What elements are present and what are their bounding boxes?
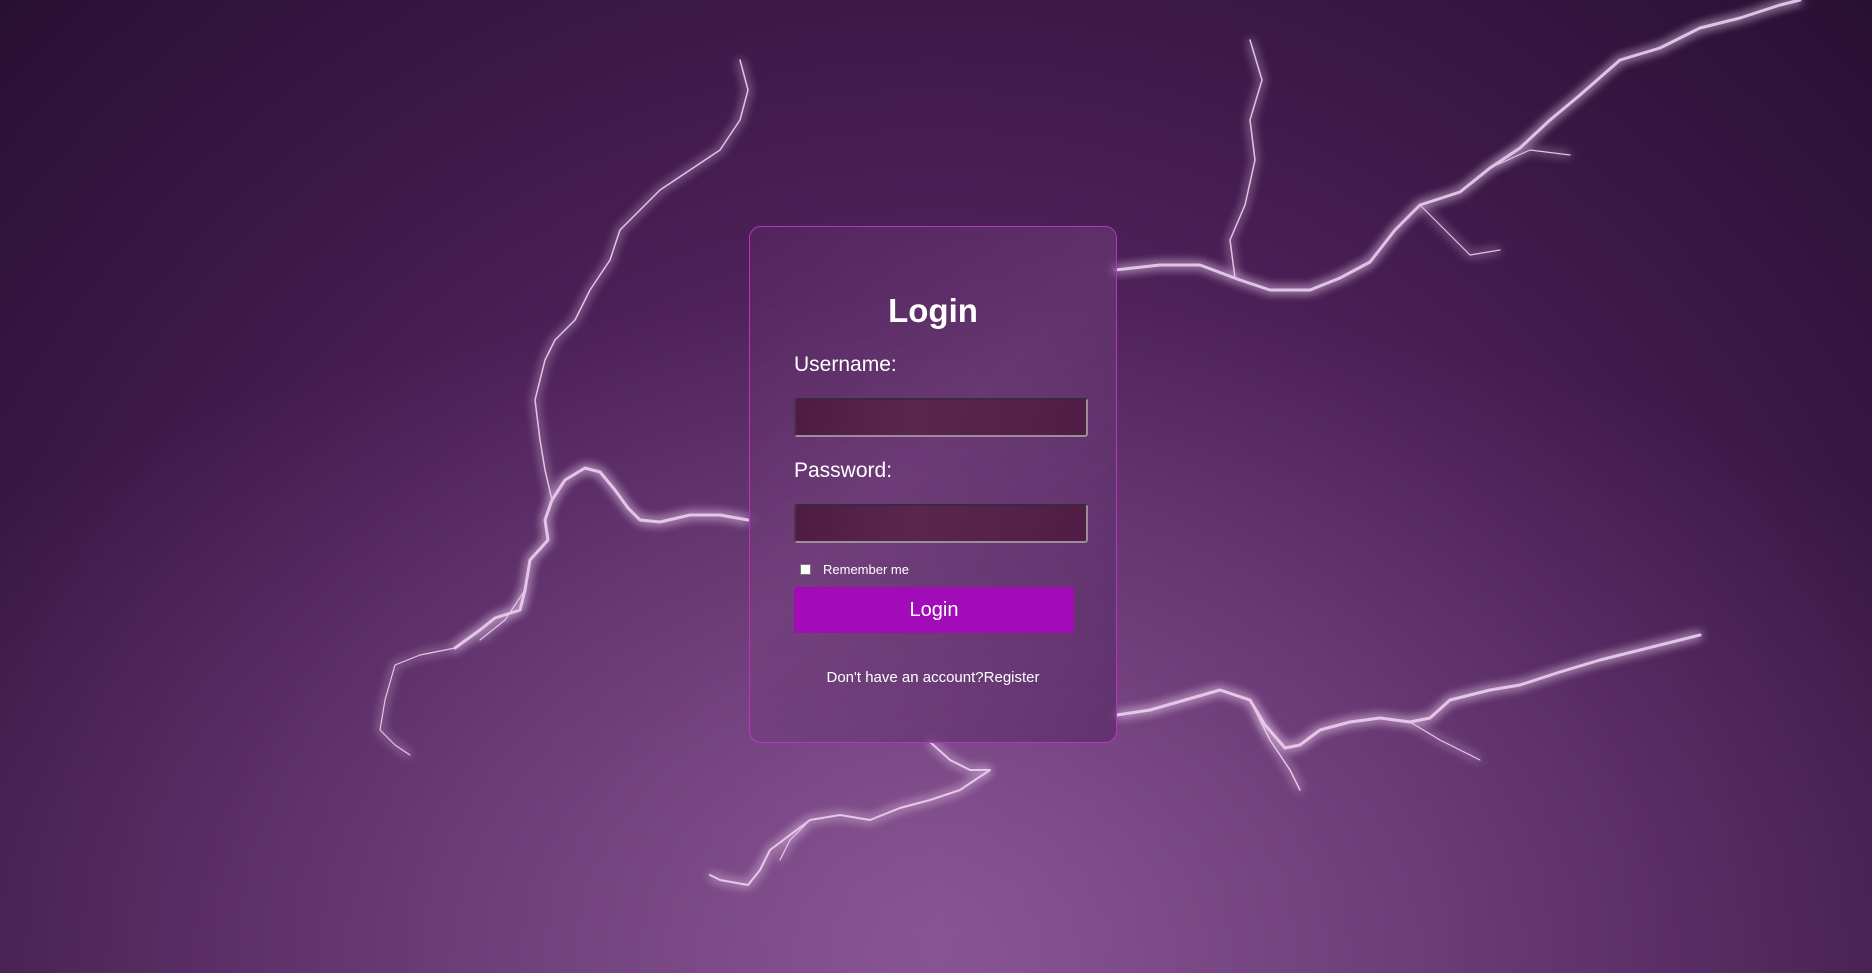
username-label: Username: xyxy=(794,353,897,376)
login-title: Login xyxy=(888,292,978,329)
login-card: Login Username: Password: Remember me Lo… xyxy=(749,226,1117,743)
remember-me-row: Remember me xyxy=(800,562,909,577)
register-link[interactable]: Register xyxy=(984,669,1040,686)
login-button[interactable]: Login xyxy=(794,587,1074,633)
remember-me-checkbox[interactable] xyxy=(800,564,811,575)
register-prompt: Don't have an account? xyxy=(826,669,984,686)
password-label: Password: xyxy=(794,459,893,482)
username-input[interactable] xyxy=(794,398,1088,437)
password-input[interactable] xyxy=(794,504,1088,543)
remember-me-label[interactable]: Remember me xyxy=(823,562,909,577)
register-row: Don't have an account?Register xyxy=(750,669,1116,686)
